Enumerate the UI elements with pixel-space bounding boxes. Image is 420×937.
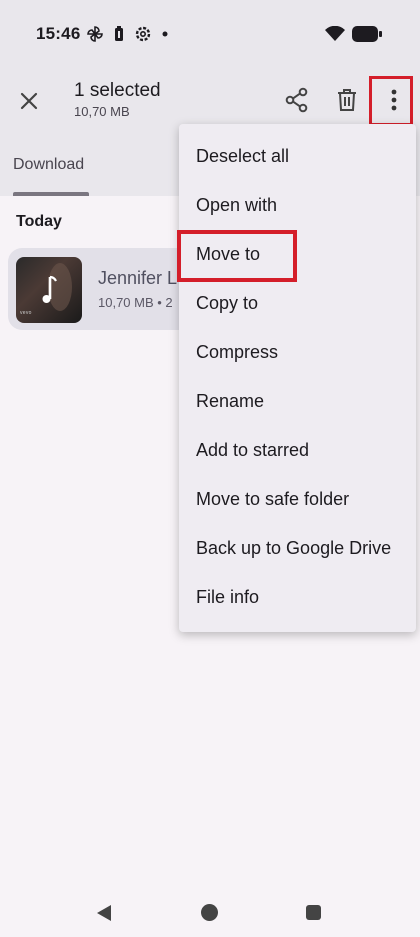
pinwheel-icon [87,26,103,42]
menu-item-open-with[interactable]: Open with [196,195,277,216]
status-time: 15:46 [36,24,81,43]
settings-icon [135,26,151,42]
menu-item-deselect-all[interactable]: Deselect all [196,146,289,167]
tab-download[interactable]: Download [13,156,84,174]
menu-item-add-to-starred[interactable]: Add to starred [196,440,309,461]
battery-saver-icon [115,26,123,41]
home-icon[interactable] [201,904,218,921]
section-header-today: Today [16,213,62,230]
thumbnail-badge: vevo [20,310,32,316]
close-icon[interactable] [14,86,44,116]
dot-icon [162,31,168,37]
more-button-highlight [369,76,413,126]
selection-count: 1 selected [74,80,161,101]
video-thumbnail: vevo [16,257,82,323]
delete-icon[interactable] [333,86,361,114]
tab-indicator [13,192,89,196]
move-to-highlight [177,230,297,282]
menu-item-copy-to[interactable]: Copy to [196,293,258,314]
menu-item-file-info[interactable]: File info [196,587,259,608]
battery-icon [352,26,382,42]
menu-item-rename[interactable]: Rename [196,391,264,412]
menu-item-move-to-safe-folder[interactable]: Move to safe folder [196,489,349,510]
recents-icon[interactable] [306,905,321,920]
menu-item-compress[interactable]: Compress [196,342,278,363]
file-meta: 10,70 MB • 2 [98,295,173,310]
file-name: Jennifer L [98,268,178,288]
menu-item-back-up-google-drive[interactable]: Back up to Google Drive [196,538,391,559]
wifi-icon [325,26,345,41]
selection-size: 10,70 MB [74,104,130,119]
share-icon[interactable] [283,86,311,114]
back-icon[interactable] [96,904,112,922]
